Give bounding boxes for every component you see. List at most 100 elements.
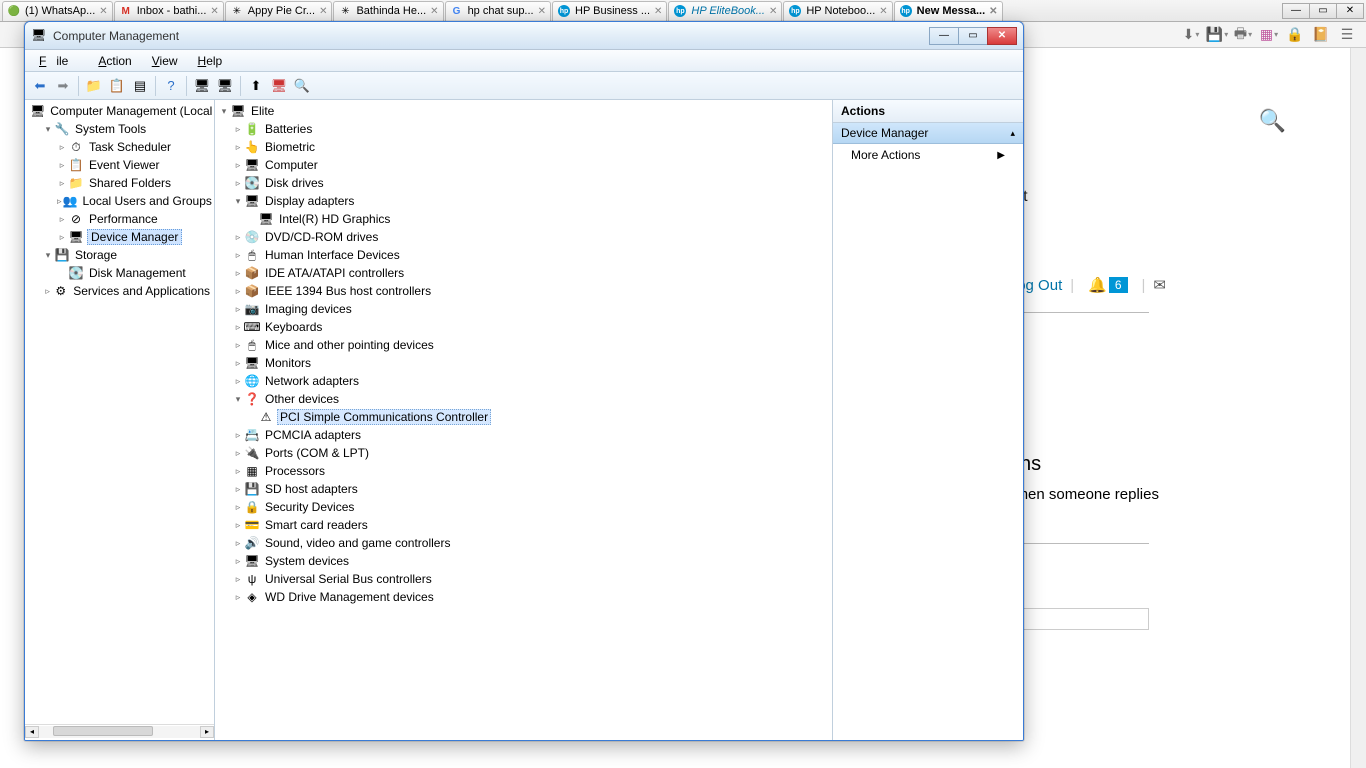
device-category[interactable]: ▹📇PCMCIA adapters <box>231 426 832 444</box>
tab-close-icon[interactable]: ✕ <box>879 6 887 17</box>
up-button[interactable]: 📁 <box>83 75 105 97</box>
tree-storage[interactable]: ▾💾Storage <box>41 246 214 264</box>
device-category[interactable]: ▹🌐Network adapters <box>231 372 832 390</box>
tab-close-icon[interactable]: ✕ <box>769 6 777 17</box>
device-category[interactable]: ▹📦IEEE 1394 Bus host controllers <box>231 282 832 300</box>
device-item[interactable]: 🖥Intel(R) HD Graphics <box>245 210 832 228</box>
tab-close-icon[interactable]: ✕ <box>210 6 218 17</box>
tree-item-task-scheduler[interactable]: ▹⏱Task Scheduler <box>55 138 214 156</box>
device-category[interactable]: ▹📷Imaging devices <box>231 300 832 318</box>
expand-icon[interactable]: ▹ <box>233 268 243 279</box>
browser-tab[interactable]: hpHP Noteboo...✕ <box>783 1 892 21</box>
browser-tab[interactable]: hpNew Messa...✕ <box>894 1 1003 21</box>
device-category[interactable]: ▾❓Other devices <box>231 390 832 408</box>
os-minimize-button[interactable]: — <box>1282 3 1310 19</box>
device-category[interactable]: ▹ψUniversal Serial Bus controllers <box>231 570 832 588</box>
expand-icon[interactable]: ▹ <box>233 160 243 171</box>
tree-item-performance[interactable]: ▹⊘Performance <box>55 210 214 228</box>
expand-icon[interactable]: ▹ <box>57 178 67 189</box>
device-category[interactable]: ▹💾SD host adapters <box>231 480 832 498</box>
tree-item-disk-management[interactable]: 💽Disk Management <box>55 264 214 282</box>
cm-minimize-button[interactable]: — <box>929 27 959 45</box>
help-button[interactable]: ? <box>160 75 182 97</box>
save-icon[interactable]: 💾▾ <box>1206 25 1228 45</box>
tree-item-shared-folders[interactable]: ▹📁Shared Folders <box>55 174 214 192</box>
page-scrollbar[interactable] <box>1350 48 1366 768</box>
show-hide-tree-button[interactable]: 📋 <box>106 75 128 97</box>
device-item[interactable]: ⚠PCI Simple Communications Controller <box>245 408 832 426</box>
tree-item-local-users-and-groups[interactable]: ▹👥Local Users and Groups <box>55 192 214 210</box>
search-icon[interactable]: 🔍 <box>1259 108 1286 134</box>
device-category[interactable]: ▹⌨Keyboards <box>231 318 832 336</box>
expand-icon[interactable]: ▹ <box>233 592 243 603</box>
device-category[interactable]: ▹👆Biometric <box>231 138 832 156</box>
scan-button[interactable]: 🖥 <box>191 75 213 97</box>
expand-icon[interactable]: ▾ <box>233 196 243 207</box>
menu-file[interactable]: File <box>29 52 88 70</box>
menu-action[interactable]: Action <box>88 52 141 70</box>
tree-services[interactable]: ▹⚙Services and Applications <box>41 282 214 300</box>
expand-icon[interactable]: ▹ <box>57 214 67 225</box>
device-category[interactable]: ▹🔌Ports (COM & LPT) <box>231 444 832 462</box>
device-category[interactable]: ▹🖥Computer <box>231 156 832 174</box>
expand-icon[interactable]: ▹ <box>233 466 243 477</box>
browser-tab[interactable]: ✳Appy Pie Cr...✕ <box>225 1 333 21</box>
expand-icon[interactable]: ▹ <box>233 502 243 513</box>
device-category[interactable]: ▹◈WD Drive Management devices <box>231 588 832 606</box>
text-field[interactable] <box>1009 608 1149 630</box>
browser-tab[interactable]: hpHP EliteBook...✕ <box>668 1 782 21</box>
expand-icon[interactable]: ▹ <box>233 520 243 531</box>
expand-icon[interactable]: ▹ <box>233 358 243 369</box>
notification-bell[interactable]: 🔔 6 <box>1088 276 1127 294</box>
menu-help[interactable]: Help <box>188 52 233 70</box>
expand-icon[interactable]: ▹ <box>233 376 243 387</box>
mail-icon[interactable]: ✉ <box>1153 276 1166 294</box>
browser-tab[interactable]: MInbox - bathi...✕ <box>114 1 224 21</box>
expand-icon[interactable]: ▹ <box>233 574 243 585</box>
tab-close-icon[interactable]: ✕ <box>654 6 662 17</box>
expand-icon[interactable]: ▾ <box>233 394 243 405</box>
device-category[interactable]: ▹🔋Batteries <box>231 120 832 138</box>
browser-tab[interactable]: ✳Bathinda He...✕ <box>333 1 443 21</box>
browser-tab[interactable]: 🟢(1) WhatsAp...✕ <box>2 1 113 21</box>
tree-root[interactable]: 🖥Computer Management (Local <box>27 102 214 120</box>
expand-icon[interactable]: ▹ <box>57 160 67 171</box>
tree-system-tools[interactable]: ▾🔧System Tools <box>41 120 214 138</box>
cm-titlebar[interactable]: 🖥 Computer Management — ▭ ✕ <box>25 22 1023 50</box>
expand-icon[interactable]: ▹ <box>233 286 243 297</box>
update-driver-button[interactable]: ⬆ <box>245 75 267 97</box>
device-category[interactable]: ▹💽Disk drives <box>231 174 832 192</box>
cm-close-button[interactable]: ✕ <box>987 27 1017 45</box>
expand-icon[interactable]: ▹ <box>233 142 243 153</box>
print-icon[interactable]: 🖶▾ <box>1232 25 1254 45</box>
enable-button[interactable]: 🖥 <box>214 75 236 97</box>
expand-icon[interactable]: ▹ <box>233 430 243 441</box>
lock-icon[interactable]: 🔒 <box>1284 25 1306 45</box>
device-category[interactable]: ▹🔒Security Devices <box>231 498 832 516</box>
expand-icon[interactable]: ▾ <box>43 250 53 261</box>
cm-maximize-button[interactable]: ▭ <box>958 27 988 45</box>
browser-tab[interactable]: Ghp chat sup...✕ <box>445 1 551 21</box>
expand-icon[interactable]: ▹ <box>57 196 62 207</box>
device-category[interactable]: ▹💳Smart card readers <box>231 516 832 534</box>
more-actions-item[interactable]: More Actions ▶ <box>833 144 1023 166</box>
device-category[interactable]: ▹🔊Sound, video and game controllers <box>231 534 832 552</box>
expand-icon[interactable]: ▹ <box>57 142 67 153</box>
expand-icon[interactable]: ▹ <box>233 322 243 333</box>
tab-close-icon[interactable]: ✕ <box>538 6 546 17</box>
grid-icon[interactable]: ▦▾ <box>1258 25 1280 45</box>
expand-icon[interactable]: ▹ <box>233 232 243 243</box>
tree-item-device-manager[interactable]: ▹🖥Device Manager <box>55 228 214 246</box>
tree-item-event-viewer[interactable]: ▹📋Event Viewer <box>55 156 214 174</box>
tab-close-icon[interactable]: ✕ <box>319 6 327 17</box>
expand-icon[interactable]: ▹ <box>233 250 243 261</box>
os-close-button[interactable]: ✕ <box>1336 3 1364 19</box>
device-category[interactable]: ▹🖱Mice and other pointing devices <box>231 336 832 354</box>
expand-icon[interactable]: ▹ <box>57 232 67 243</box>
expand-icon[interactable]: ▾ <box>219 106 229 117</box>
expand-icon[interactable]: ▾ <box>43 124 53 135</box>
menu-view[interactable]: View <box>142 52 188 70</box>
expand-icon[interactable]: ▹ <box>233 556 243 567</box>
bookmark-icon[interactable]: 📔 <box>1310 25 1332 45</box>
device-category[interactable]: ▹🖥System devices <box>231 552 832 570</box>
